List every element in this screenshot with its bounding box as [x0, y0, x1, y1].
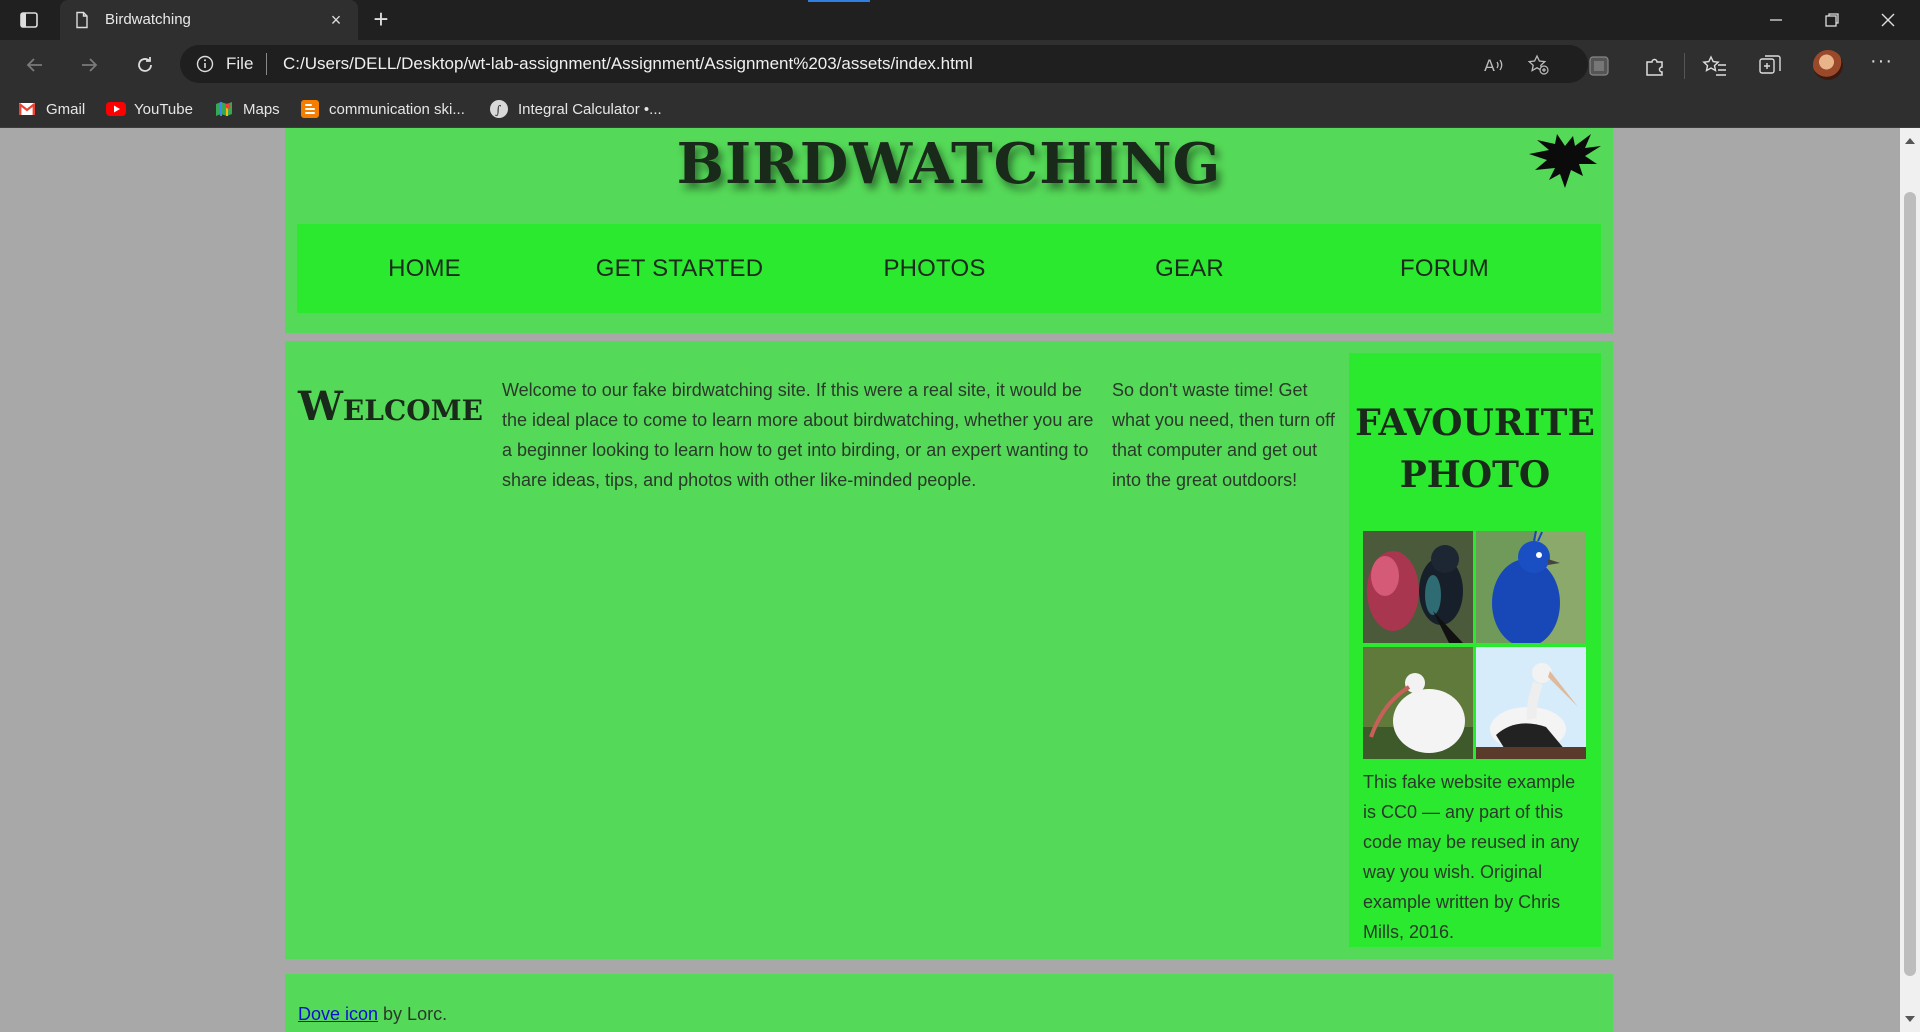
site-title: BIRDWATCHING — [676, 131, 1222, 197]
scheme-label: File — [226, 54, 254, 73]
dove-icon — [1527, 128, 1603, 194]
bookmark-label: Gmail — [46, 100, 86, 118]
tab-actions-icon[interactable] — [18, 9, 40, 31]
address-bar[interactable]: File C:/Users/DELL/Desktop/wt-lab-assign… — [180, 45, 1588, 83]
bookmark-youtube[interactable]: YouTube — [106, 90, 193, 128]
info-icon[interactable] — [196, 55, 214, 73]
browser-titlebar: Birdwatching × + — [0, 0, 1920, 40]
accent-line — [808, 0, 870, 2]
youtube-icon — [106, 100, 126, 118]
back-button[interactable] — [20, 50, 50, 80]
scroll-down-arrow[interactable] — [1905, 1016, 1915, 1022]
cta-paragraph: So don't waste time! Get what you need, … — [1112, 380, 1335, 490]
new-tab-button[interactable]: + — [369, 6, 393, 32]
site-header: BIRDWATCHING HOME GET STARTED PHOTOS GEA… — [285, 128, 1613, 333]
gmail-icon — [18, 100, 36, 118]
svg-text:∫: ∫ — [495, 103, 502, 117]
extension-square-icon[interactable] — [1586, 53, 1612, 79]
more-options-icon[interactable]: ··· — [1870, 51, 1898, 74]
bookmark-integral-calculator[interactable]: ∫ Integral Calculator •... — [490, 90, 662, 128]
add-favorite-icon[interactable] — [1526, 53, 1550, 77]
photo-gallery — [1363, 531, 1587, 759]
nav-get-started[interactable]: GET STARTED — [552, 224, 807, 313]
toolbar-divider — [1684, 53, 1685, 79]
footer-credit: Dove icon by Lorc. — [298, 1004, 447, 1025]
peacock-photo — [1476, 531, 1586, 643]
extensions-puzzle-icon[interactable] — [1642, 53, 1668, 79]
document-icon — [73, 11, 91, 29]
footer-credit-suffix: by Lorc. — [378, 1004, 448, 1024]
minimize-button[interactable] — [1748, 0, 1804, 40]
close-tab-icon[interactable]: × — [326, 10, 346, 30]
maps-icon — [215, 100, 233, 118]
tui-bird-photo — [1363, 531, 1473, 643]
nav-photos[interactable]: PHOTOS — [807, 224, 1062, 313]
bookmarks-bar: Gmail YouTube Maps communication ski... … — [0, 90, 1920, 128]
calculator-icon: ∫ — [490, 100, 508, 118]
bookmark-maps[interactable]: Maps — [215, 90, 280, 128]
svg-text:A: A — [1484, 56, 1495, 75]
main-content: Welcome Welcome to our fake birdwatching… — [285, 341, 1613, 959]
favorites-icon[interactable] — [1702, 53, 1728, 79]
bookmark-gmail[interactable]: Gmail — [18, 90, 85, 128]
nav-gear[interactable]: GEAR — [1062, 224, 1317, 313]
bookmark-communication[interactable]: communication ski... — [301, 90, 465, 128]
bookmark-label: communication ski... — [329, 100, 465, 118]
address-divider — [266, 53, 267, 75]
nav-forum[interactable]: FORUM — [1317, 224, 1572, 313]
aside-heading: FAVOURITE PHOTO — [1355, 402, 1595, 496]
site-footer: Dove icon by Lorc. — [285, 974, 1613, 1032]
intro-paragraph: Welcome to our fake birdwatching site. I… — [502, 380, 1094, 490]
restore-button[interactable] — [1804, 0, 1860, 40]
stork-photo — [1476, 647, 1586, 759]
blogger-icon — [301, 100, 319, 118]
dove-icon-link[interactable]: Dove icon — [298, 1004, 378, 1024]
browser-tab[interactable]: Birdwatching × — [60, 0, 358, 40]
tab-title: Birdwatching — [105, 11, 191, 28]
ibis-photo — [1363, 647, 1473, 759]
bookmark-label: Integral Calculator •... — [518, 100, 662, 118]
page-viewport: BIRDWATCHING HOME GET STARTED PHOTOS GEA… — [0, 128, 1900, 1032]
collections-icon[interactable] — [1757, 53, 1783, 79]
profile-avatar[interactable] — [1813, 50, 1843, 80]
forward-button[interactable] — [74, 50, 104, 80]
license-paragraph: This fake website example is CC0 — any p… — [1363, 772, 1580, 942]
favourite-photo-aside: FAVOURITE PHOTO This fake website exampl… — [1349, 353, 1601, 947]
scroll-up-arrow[interactable] — [1905, 138, 1915, 144]
nav-home[interactable]: HOME — [297, 224, 552, 313]
close-window-button[interactable] — [1860, 0, 1916, 40]
refresh-button[interactable] — [130, 50, 160, 80]
url-text[interactable]: C:/Users/DELL/Desktop/wt-lab-assignment/… — [283, 54, 973, 74]
vertical-scrollbar[interactable] — [1900, 128, 1920, 1032]
bookmark-label: YouTube — [134, 100, 193, 118]
scrollbar-thumb[interactable] — [1904, 192, 1916, 976]
bookmark-label: Maps — [243, 100, 280, 118]
main-nav: HOME GET STARTED PHOTOS GEAR FORUM — [297, 224, 1601, 313]
read-aloud-icon[interactable]: A — [1482, 53, 1506, 77]
welcome-heading: Welcome — [298, 383, 483, 430]
browser-toolbar: File C:/Users/DELL/Desktop/wt-lab-assign… — [0, 40, 1920, 90]
